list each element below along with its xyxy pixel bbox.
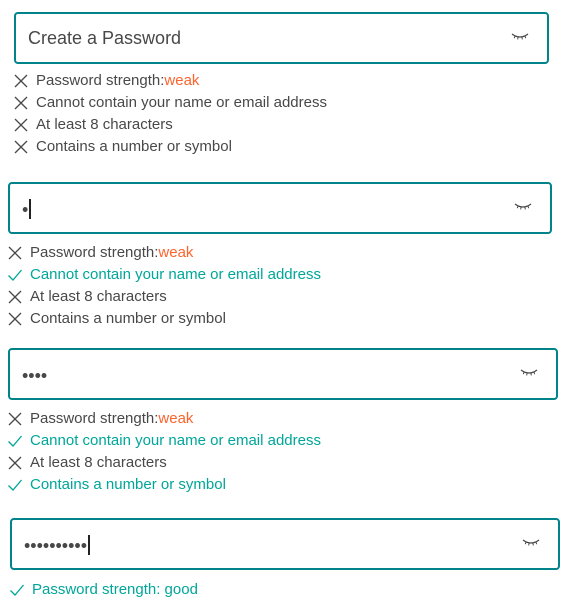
rule-min-length: At least 8 characters (6, 452, 321, 474)
rule-number-symbol: Contains a number or symbol (6, 474, 321, 496)
password-value: • (22, 197, 31, 220)
x-icon (12, 138, 30, 156)
rule-label: Contains a number or symbol (36, 138, 232, 155)
rule-label: Contains a number or symbol (30, 310, 226, 327)
rule-number-symbol: Contains a number or symbol (6, 308, 321, 330)
rule-strength: Password strength: weak (6, 408, 321, 430)
rule-label: Password strength: (30, 244, 159, 261)
strength-value: weak (158, 244, 194, 261)
password-input[interactable]: •••• (8, 348, 558, 400)
x-icon (6, 288, 24, 306)
rule-label: At least 8 characters (30, 454, 167, 471)
x-icon (6, 244, 24, 262)
x-icon (12, 94, 30, 112)
strength-value: weak (158, 410, 194, 427)
x-icon (12, 116, 30, 134)
eye-closed-icon[interactable] (522, 537, 540, 547)
rule-strength: Password strength: good (8, 579, 198, 601)
password-placeholder: Create a Password (28, 28, 182, 48)
check-icon (8, 581, 26, 599)
password-input[interactable]: Create a Password (14, 12, 549, 64)
check-icon (6, 476, 24, 494)
text-caret (88, 535, 90, 556)
rule-label: At least 8 characters (36, 116, 173, 133)
rule-no-name-email: Cannot contain your name or email addres… (6, 264, 321, 286)
x-icon (12, 72, 30, 90)
text-caret (29, 199, 31, 220)
x-icon (6, 410, 24, 428)
rule-strength: Password strength: weak (12, 70, 327, 92)
rule-label: Contains a number or symbol (30, 476, 226, 493)
password-rules: Password strength: weak Cannot contain y… (6, 242, 321, 330)
rule-number-symbol: Contains a number or symbol (12, 136, 327, 158)
password-rules: Password strength: weak Cannot contain y… (6, 408, 321, 496)
rule-label: Password strength: good (32, 581, 198, 598)
x-icon (6, 310, 24, 328)
check-icon (6, 266, 24, 284)
rule-no-name-email: Cannot contain your name or email addres… (6, 430, 321, 452)
eye-closed-icon[interactable] (520, 367, 538, 377)
password-value: •••• (22, 365, 48, 386)
password-input[interactable]: • (8, 182, 552, 234)
eye-closed-icon[interactable] (511, 31, 529, 41)
password-value: •••••••••• (24, 533, 90, 556)
password-rules: Password strength: weak Cannot contain y… (12, 70, 327, 158)
rule-no-name-email: Cannot contain your name or email addres… (12, 92, 327, 114)
rule-label: Cannot contain your name or email addres… (36, 94, 327, 111)
password-input[interactable]: •••••••••• (10, 518, 560, 570)
eye-closed-icon[interactable] (514, 201, 532, 211)
rule-min-length: At least 8 characters (12, 114, 327, 136)
strength-value: weak (164, 72, 200, 89)
rule-label: Password strength: (30, 410, 159, 427)
password-rules: Password strength: good (8, 579, 198, 601)
rule-min-length: At least 8 characters (6, 286, 321, 308)
rule-label: Cannot contain your name or email addres… (30, 266, 321, 283)
rule-label: Password strength: (36, 72, 165, 89)
rule-label: At least 8 characters (30, 288, 167, 305)
rule-strength: Password strength: weak (6, 242, 321, 264)
rule-label: Cannot contain your name or email addres… (30, 432, 321, 449)
x-icon (6, 454, 24, 472)
check-icon (6, 432, 24, 450)
